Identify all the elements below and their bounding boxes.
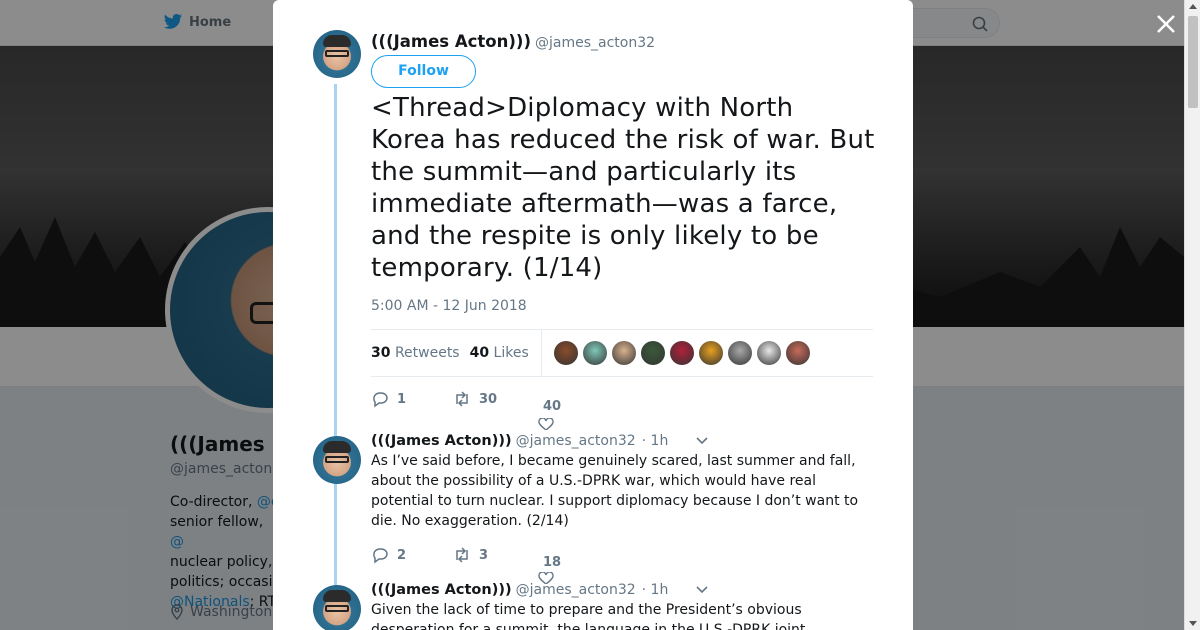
thread-tweet-text: Given the lack of time to prepare and th… (371, 602, 806, 630)
retweet-button[interactable]: 3 (453, 546, 535, 564)
author-name[interactable]: (((James Acton))) (371, 32, 531, 51)
stats-divider (540, 329, 542, 377)
chevron-down-icon[interactable] (696, 437, 708, 445)
liker-avatar[interactable] (698, 341, 723, 365)
reply-button[interactable]: 2 (371, 546, 453, 564)
follow-button[interactable]: Follow (371, 55, 476, 88)
retweets-stat[interactable]: 30 Retweets (371, 345, 460, 361)
close-icon[interactable] (1154, 12, 1178, 36)
tweet-timestamp[interactable]: 5:00 AM - 12 Jun 2018 (371, 298, 527, 314)
tweet-time[interactable]: · 1h (642, 582, 669, 598)
thread-tweet-text: As I’ve said before, I became genuinely … (371, 453, 859, 529)
retweet-icon (456, 391, 468, 407)
liker-avatar[interactable] (582, 341, 607, 365)
liker-avatar[interactable] (669, 341, 694, 365)
thread-tweet-actions: 2 3 18 (371, 546, 595, 584)
liker-avatar[interactable] (640, 341, 665, 365)
main-tweet-actions: 1 30 40 (371, 390, 595, 430)
author-name[interactable]: (((James Acton))) (371, 582, 512, 598)
thread-tweet-header: (((James Acton))) @james_acton32 · 1h (371, 433, 871, 449)
author-handle[interactable]: @james_acton32 (516, 433, 636, 449)
tweet-stats: 30 Retweets 40 Likes (371, 329, 873, 377)
main-tweet-text: <Thread>Diplomacy with North Korea has r… (371, 93, 875, 283)
author-avatar[interactable] (313, 436, 361, 484)
liker-avatar[interactable] (611, 341, 636, 365)
reply-icon (373, 392, 388, 408)
author-handle[interactable]: @james_acton32 (516, 582, 636, 598)
author-name[interactable]: (((James Acton))) (371, 433, 512, 449)
scrollbar-thumb[interactable] (1188, 16, 1198, 108)
retweet-button[interactable]: 30 (453, 390, 535, 408)
author-avatar[interactable] (313, 585, 361, 630)
thread-tweet[interactable]: (((James Acton))) @james_acton32 · 1h As… (371, 433, 871, 531)
reply-button[interactable]: 1 (371, 390, 453, 408)
author-avatar[interactable] (313, 30, 361, 78)
heart-icon (538, 418, 554, 430)
liker-avatar[interactable] (727, 341, 752, 365)
thread-connector-line (334, 84, 337, 630)
likes-stat[interactable]: 40 Likes (470, 345, 529, 361)
liker-avatar[interactable] (553, 341, 578, 365)
author-handle[interactable]: @james_acton32 (535, 35, 655, 51)
page-scrollbar[interactable] (1184, 0, 1200, 630)
liker-avatar[interactable] (756, 341, 781, 365)
scroll-down-arrow-icon[interactable] (1189, 621, 1197, 626)
thread-tweet-header: (((James Acton))) @james_acton32 · 1h (371, 582, 871, 598)
likers-avatars (553, 341, 810, 365)
chevron-down-icon[interactable] (696, 586, 708, 594)
scroll-up-arrow-icon[interactable] (1189, 4, 1197, 9)
tweet-time[interactable]: · 1h (642, 433, 669, 449)
tweet-thread-modal: (((James Acton))) @james_acton32 Follow <… (273, 0, 913, 630)
liker-avatar[interactable] (785, 341, 810, 365)
retweet-icon (456, 547, 468, 563)
thread-tweet[interactable]: (((James Acton))) @james_acton32 · 1h Gi… (371, 582, 871, 630)
main-tweet-header: (((James Acton))) @james_acton32 (371, 32, 655, 51)
reply-icon (373, 548, 388, 564)
